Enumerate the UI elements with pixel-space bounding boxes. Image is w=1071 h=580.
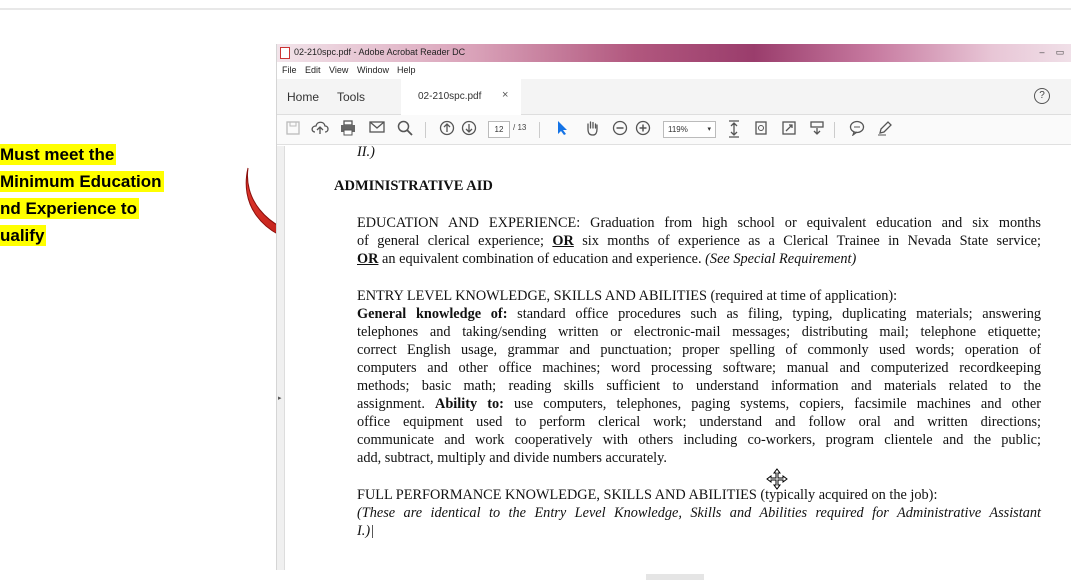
fit-page-icon[interactable] (724, 120, 744, 140)
text-run-or: OR (552, 233, 574, 249)
top-fragment-text: II.) (357, 144, 375, 160)
expand-panel-icon[interactable]: ▸ (278, 394, 282, 402)
move-cursor-icon (766, 468, 788, 490)
window-title: 02-210spc.pdf - Adobe Acrobat Reader DC (294, 47, 466, 57)
zoom-select[interactable]: 119% ▾ (663, 121, 716, 138)
select-arrow-icon[interactable] (552, 120, 572, 140)
minimize-button[interactable]: – (1035, 46, 1049, 59)
zoom-out-icon[interactable] (610, 120, 630, 140)
tab-bar: Home Tools 02-210spc.pdf × ? (277, 79, 1071, 115)
title-bar: 02-210spc.pdf - Adobe Acrobat Reader DC … (277, 44, 1071, 62)
text-run: use computers, telephones, paging system… (503, 396, 1041, 412)
pdf-app-icon (280, 47, 290, 59)
full-performance-heading: FULL PERFORMANCE KNOWLEDGE, SKILLS AND A… (357, 487, 938, 503)
callout-line-4: ualify (0, 225, 47, 246)
callout-line-1: Must meet the (0, 144, 117, 165)
chevron-down-icon: ▾ (707, 126, 711, 133)
bottom-edge-element (646, 574, 704, 580)
education-line-3: OR an equivalent combination of educatio… (357, 250, 856, 268)
tab-document[interactable]: 02-210spc.pdf × (401, 79, 521, 115)
menu-view[interactable]: View (329, 65, 348, 75)
full-performance-line-1: (These are identical to the Entry Level … (357, 505, 1041, 521)
fullscreen-icon[interactable] (779, 120, 799, 140)
document-tab-label: 02-210spc.pdf (418, 91, 482, 102)
entry-line-1: General knowledge of: standard office pr… (357, 305, 1041, 323)
email-icon[interactable] (367, 120, 387, 140)
entry-line-8: communicate and work cooperatively with … (357, 432, 1041, 448)
section-heading: ADMINISTRATIVE AID (334, 178, 493, 194)
menu-window[interactable]: Window (357, 65, 389, 75)
text-run: assignment. (357, 396, 436, 412)
text-run: standard office procedures such as filin… (507, 306, 1042, 322)
print-icon[interactable] (338, 120, 358, 140)
page-down-icon[interactable] (459, 120, 479, 140)
menu-bar: File Edit View Window Help (277, 62, 1071, 79)
callout-text: Must meet the Minimum Education nd Exper… (0, 141, 215, 249)
text-run-bold: Ability to: (435, 396, 504, 412)
text-run: of general clerical experience; (357, 233, 553, 249)
comment-icon[interactable] (847, 120, 867, 140)
toolbar-separator (425, 122, 426, 138)
save-icon[interactable] (283, 120, 303, 140)
entry-line-5: methods; basic math; reading skills suff… (357, 378, 1041, 394)
rotate-icon[interactable] (751, 120, 771, 140)
search-icon[interactable] (395, 120, 415, 140)
document-area[interactable]: ▸ II.) ADMINISTRATIVE AID EDUCATION AND … (277, 144, 1071, 570)
page-number-input[interactable]: 12 (488, 121, 510, 138)
text-run-bold: General knowledge of: (357, 306, 508, 322)
zoom-in-icon[interactable] (633, 120, 653, 140)
full-performance-line-2: I.)| (357, 523, 375, 539)
page-total: / 13 (513, 123, 527, 132)
entry-line-4: computers and other office machines; wor… (357, 360, 1041, 376)
entry-line-2: telephones and taking/sending written or… (357, 324, 1041, 340)
entry-line-3: correct English usage, grammar and punct… (357, 342, 1041, 358)
text-run: six months of experience as a Clerical T… (573, 233, 1041, 249)
scroll-mode-icon[interactable] (807, 120, 827, 140)
tab-home[interactable]: Home (287, 90, 319, 104)
zoom-value: 119% (668, 125, 688, 134)
text-run-or: OR (357, 251, 379, 267)
slide-canvas: Must meet the Minimum Education nd Exper… (0, 0, 1071, 580)
menu-file[interactable]: File (282, 65, 297, 75)
text-run: an equivalent combination of education a… (378, 251, 706, 267)
education-line-1: EDUCATION AND EXPERIENCE: Graduation fro… (357, 215, 1041, 231)
acrobat-window: 02-210spc.pdf - Adobe Acrobat Reader DC … (276, 44, 1071, 570)
entry-line-7: office equipment used to perform clerica… (357, 414, 1041, 430)
entry-line-9: add, subtract, multiply and divide numbe… (357, 450, 667, 466)
slide-border (0, 8, 1071, 10)
menu-help[interactable]: Help (397, 65, 416, 75)
maximize-button[interactable]: ▭ (1053, 46, 1067, 59)
callout-line-2: Minimum Education (0, 171, 164, 192)
education-line-2: of general clerical experience; OR six m… (357, 232, 1041, 250)
hand-icon[interactable] (582, 120, 602, 140)
upload-icon[interactable] (310, 120, 330, 140)
entry-heading: ENTRY LEVEL KNOWLEDGE, SKILLS AND ABILIT… (357, 288, 898, 304)
close-tab-icon[interactable]: × (502, 89, 508, 101)
toolbar-separator (834, 122, 835, 138)
left-panel-strip[interactable]: ▸ (277, 146, 285, 570)
toolbar-separator (539, 122, 540, 138)
toolbar: 12 / 13 119% ▾ (277, 115, 1071, 145)
menu-edit[interactable]: Edit (305, 65, 321, 75)
callout-line-3: nd Experience to (0, 198, 139, 219)
entry-line-6: assignment. Ability to: use computers, t… (357, 395, 1041, 413)
text-run-special: (See Special Requirement) (705, 251, 857, 267)
tab-tools[interactable]: Tools (337, 90, 365, 104)
page-up-icon[interactable] (437, 120, 457, 140)
help-icon[interactable]: ? (1034, 88, 1050, 104)
pen-icon[interactable] (875, 120, 895, 140)
